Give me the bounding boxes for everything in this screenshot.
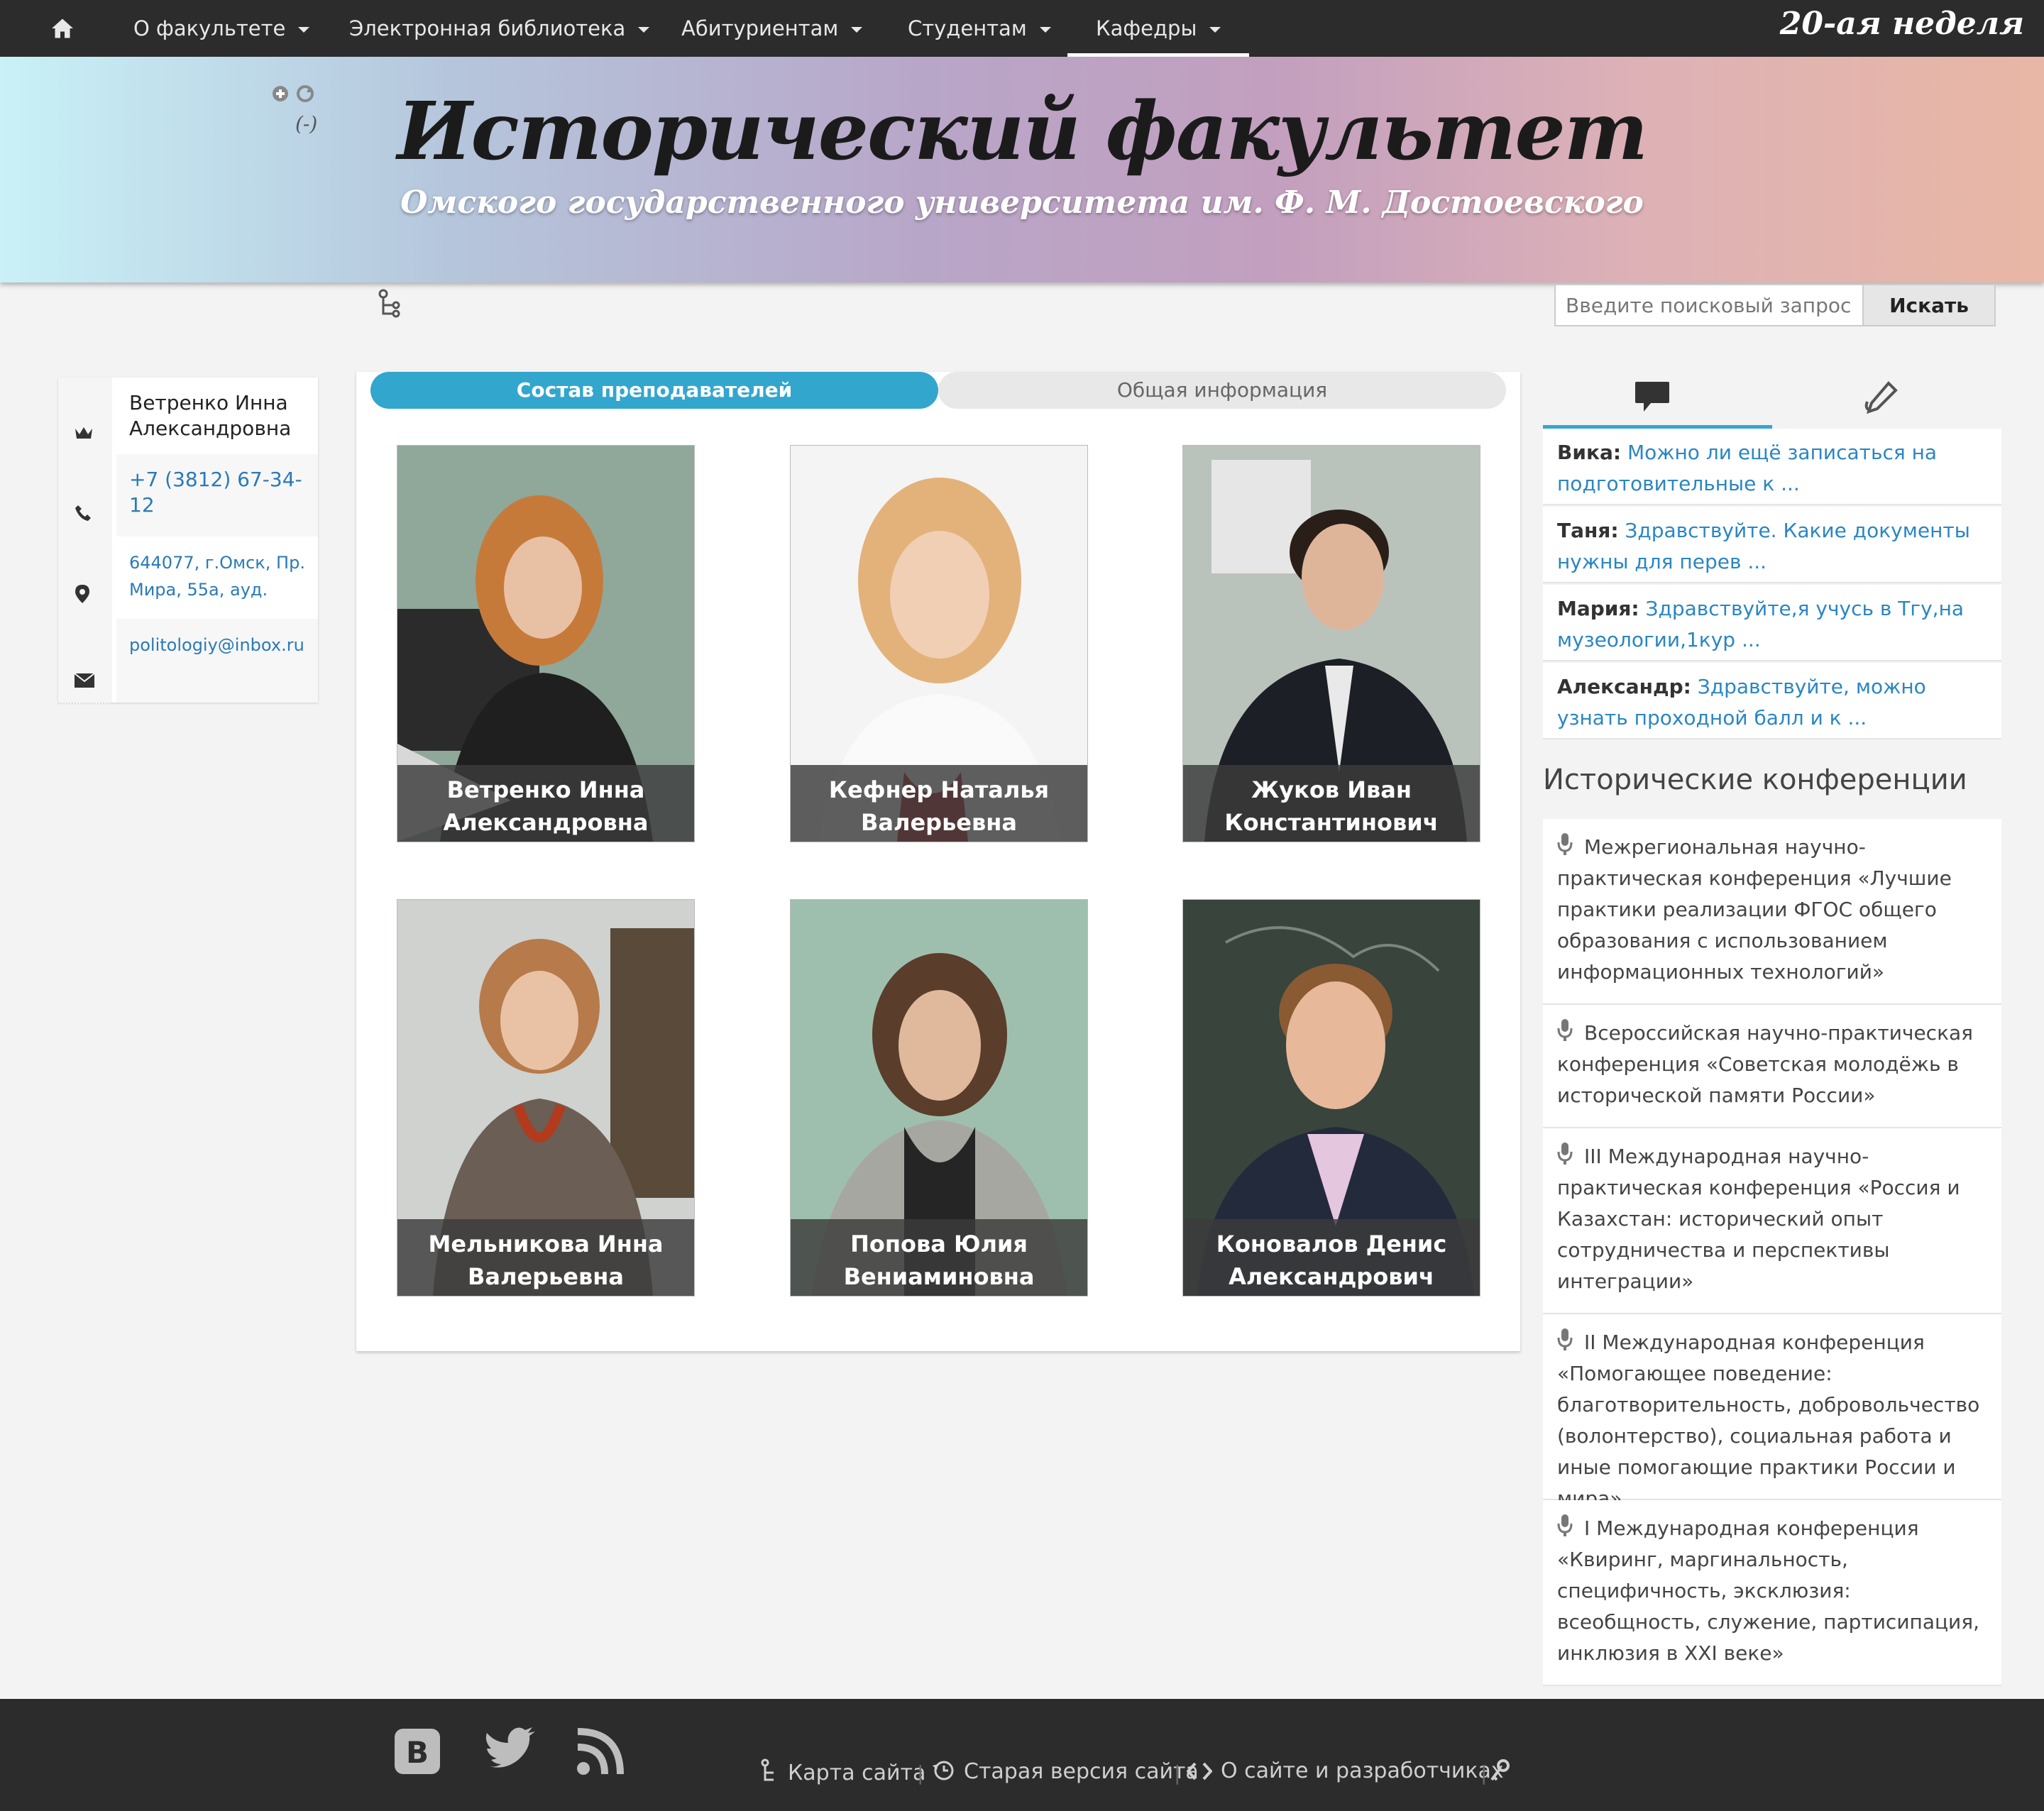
caret-down-icon <box>1209 27 1221 33</box>
contact-card: Ветренко Инна Александровна +7 (3812) 67… <box>58 378 318 704</box>
question-link[interactable]: Здравствуйте. Какие документы нужны для … <box>1557 519 1970 573</box>
nav-item-applicants[interactable]: Абитуриентам <box>681 0 863 57</box>
contact-email[interactable]: politologiy@inbox.ru <box>129 632 314 659</box>
search-button[interactable]: Искать <box>1864 284 1996 326</box>
twitter-icon[interactable] <box>483 1727 539 1776</box>
sitemap-icon[interactable] <box>376 288 402 319</box>
microphone-icon <box>1557 1143 1573 1165</box>
microphone-icon <box>1557 1514 1573 1536</box>
conference-item[interactable]: I Международная конференция «Квиринг, ма… <box>1543 1500 2001 1686</box>
teacher-name: Ветренко Инна Александровна <box>397 765 694 842</box>
svg-text:B: B <box>406 1735 429 1770</box>
nav-item-students[interactable]: Студентам <box>908 0 1051 57</box>
footer: B Карта сайта | Старая версия сайта | О … <box>0 1699 2044 1811</box>
history-icon <box>933 1761 954 1780</box>
sitemap-icon <box>761 1758 774 1781</box>
teacher-card[interactable]: Жуков Иван Константинович <box>1183 446 1480 842</box>
tab-questions[interactable] <box>1543 369 1772 429</box>
tab-general-info[interactable]: Общая информация <box>938 372 1506 409</box>
code-icon <box>1186 1762 1213 1780</box>
phone-icon <box>75 505 91 521</box>
conference-item[interactable]: Всероссийская научно-практическая конфер… <box>1543 1005 2001 1128</box>
content-tabs: Состав преподавателей Общая информация <box>370 372 1506 409</box>
teacher-card[interactable]: Попова Юлия Вениаминовна <box>791 900 1087 1296</box>
main-panel: Состав преподавателей Общая информация В… <box>356 372 1520 1351</box>
footer-link-sitemap[interactable]: Карта сайта <box>759 1758 925 1785</box>
teacher-name: Коновалов Денис Александрович <box>1183 1219 1480 1296</box>
teacher-name: Кефнер Наталья Валерьевна <box>791 765 1087 842</box>
key-icon[interactable] <box>1489 1758 1510 1783</box>
rss-icon[interactable] <box>576 1727 625 1776</box>
caret-down-icon <box>851 27 863 33</box>
teacher-card[interactable]: Кефнер Наталья Валерьевна <box>791 446 1087 842</box>
nav-item-departments[interactable]: Кафедры <box>1067 0 1250 57</box>
home-icon[interactable] <box>50 16 75 41</box>
header-banner: (-) Исторический факультет Омского госуд… <box>0 57 2044 282</box>
conference-item[interactable]: Межрегиональная научно-практическая конф… <box>1543 819 2001 1005</box>
contact-phone[interactable]: +7 (3812) 67-34-12 <box>129 467 314 518</box>
top-navbar: О факультете Электронная библиотека Абит… <box>0 0 2044 57</box>
microphone-icon <box>1557 1019 1573 1041</box>
teacher-name: Попова Юлия Вениаминовна <box>791 1219 1087 1296</box>
conferences-heading: Исторические конференции <box>1543 764 1967 796</box>
search-input[interactable] <box>1554 284 1864 326</box>
question-item[interactable]: Александр: Здравствуйте, можно узнать пр… <box>1543 663 2001 739</box>
contact-row-phone: +7 (3812) 67-34-12 <box>58 454 318 538</box>
site-title: Исторический факультет <box>397 85 1649 178</box>
contact-name: Ветренко Инна Александровна <box>129 391 292 440</box>
teacher-name: Жуков Иван Константинович <box>1183 765 1480 842</box>
question-item[interactable]: Вика: Можно ли ещё записаться на подгото… <box>1543 429 2001 505</box>
microphone-icon <box>1557 833 1573 855</box>
contact-address[interactable]: 644077, г.Омск, Пр. Мира, 55а, ауд. <box>129 549 314 603</box>
contact-row-name: Ветренко Инна Александровна <box>58 378 318 456</box>
teacher-name: Мельникова Инна Валерьевна <box>397 1219 694 1296</box>
contact-row-address: 644077, г.Омск, Пр. Мира, 55а, ауд. <box>58 536 318 620</box>
envelope-icon <box>74 673 95 688</box>
week-indicator: 20-ая неделя <box>1779 6 2024 42</box>
tab-teachers[interactable]: Состав преподавателей <box>370 372 938 409</box>
teacher-card[interactable]: Мельникова Инна Валерьевна <box>397 900 694 1296</box>
contact-row-email: politologiy@inbox.ru <box>58 619 318 704</box>
vk-icon[interactable]: B <box>393 1727 441 1776</box>
sidebar-tabs <box>1543 369 2001 429</box>
conference-item[interactable]: II Международная конференция «Помогающее… <box>1543 1314 2001 1510</box>
nav-item-about[interactable]: О факультете <box>133 0 310 57</box>
tab-write[interactable] <box>1772 369 2001 429</box>
question-item[interactable]: Таня: Здравствуйте. Какие документы нужн… <box>1543 507 2001 583</box>
chat-bubble-icon <box>1635 382 1669 412</box>
footer-link-old-version[interactable]: Старая версия сайта <box>931 1758 1199 1784</box>
conference-item[interactable]: III Международная научно-практическая ко… <box>1543 1128 2001 1314</box>
caret-down-icon <box>298 27 310 33</box>
location-pin-icon <box>75 585 89 603</box>
caret-down-icon <box>1039 27 1051 33</box>
caret-down-icon <box>638 27 650 33</box>
teacher-card[interactable]: Ветренко Инна Александровна <box>397 446 694 842</box>
site-subtitle: Омского государственного университета им… <box>400 185 1644 221</box>
pencil-icon <box>1864 381 1898 414</box>
footer-link-about[interactable]: О сайте и разработчиках <box>1186 1758 1504 1783</box>
nav-item-library[interactable]: Электронная библиотека <box>349 0 650 57</box>
microphone-icon <box>1557 1328 1573 1350</box>
teacher-card[interactable]: Коновалов Денис Александрович <box>1183 900 1480 1296</box>
question-item[interactable]: Мария: Здравствуйте,я учусь в Тгу,на муз… <box>1543 585 2001 661</box>
crown-icon <box>75 427 92 439</box>
search-form: Искать <box>1554 284 1996 329</box>
